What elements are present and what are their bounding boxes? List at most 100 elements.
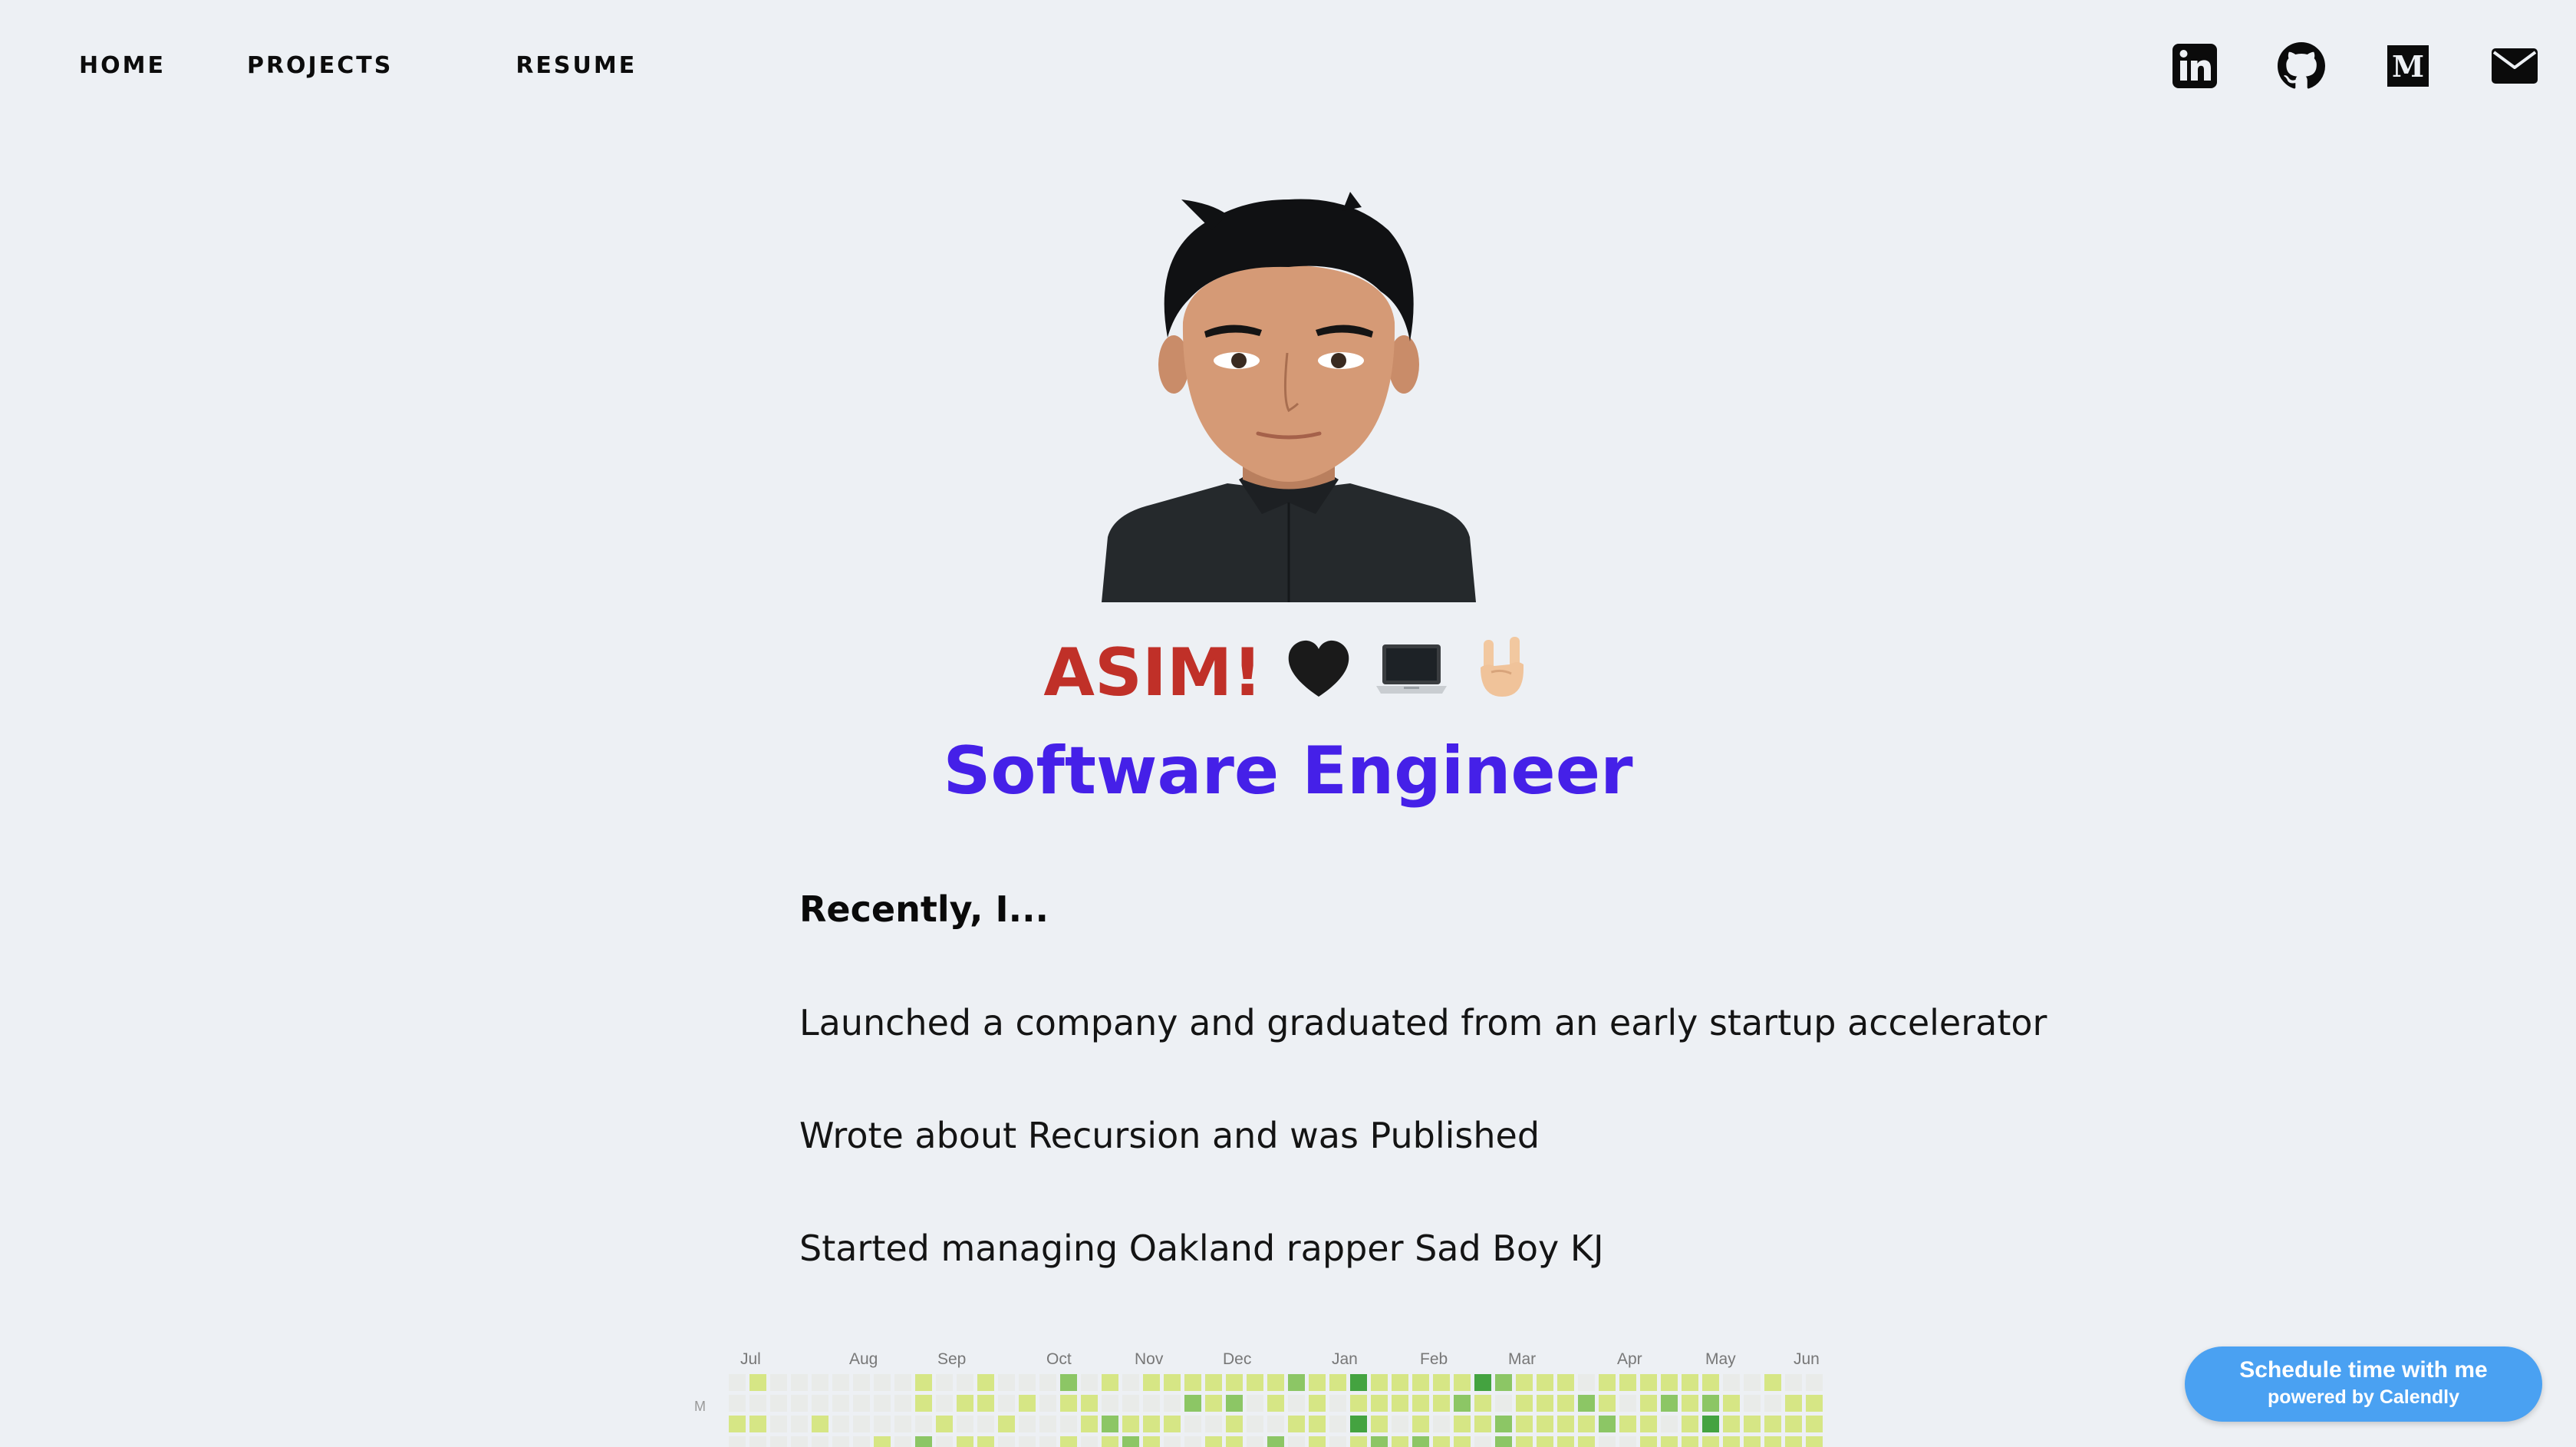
contribution-cell — [998, 1374, 1015, 1391]
linkedin-icon[interactable] — [2171, 42, 2219, 90]
nav-resume-link[interactable]: RESUME — [516, 52, 637, 79]
contribution-cell — [770, 1416, 787, 1432]
contribution-cell — [1578, 1436, 1595, 1447]
contribution-cell — [936, 1395, 953, 1412]
contribution-cell — [1640, 1436, 1657, 1447]
contribution-cell — [1764, 1374, 1781, 1391]
contribution-cell — [1371, 1416, 1388, 1432]
contribution-cell — [832, 1416, 849, 1432]
contribution-cell — [1744, 1436, 1761, 1447]
contribution-cell — [1599, 1374, 1616, 1391]
contribution-cell — [1143, 1436, 1160, 1447]
contribution-cell — [1122, 1395, 1139, 1412]
contribution-cell — [1495, 1395, 1512, 1412]
contribution-cell — [1744, 1395, 1761, 1412]
contribution-cell — [1184, 1416, 1201, 1432]
contribution-cell — [749, 1436, 766, 1447]
contribution-cell — [1081, 1436, 1098, 1447]
contribution-cell — [1661, 1374, 1678, 1391]
contribution-cell — [1474, 1436, 1491, 1447]
contribution-cell — [1226, 1395, 1243, 1412]
contribution-cell — [1350, 1395, 1367, 1412]
contribution-cell — [1806, 1395, 1823, 1412]
contribution-cell — [1247, 1395, 1263, 1412]
contribution-cell — [1412, 1374, 1429, 1391]
github-icon[interactable] — [2278, 42, 2325, 90]
contribution-cell — [1537, 1395, 1553, 1412]
contribution-cell — [1785, 1374, 1802, 1391]
contribution-cell — [1474, 1395, 1491, 1412]
calendly-subtitle: powered by Calendly — [2267, 1386, 2460, 1408]
contribution-cell — [1682, 1436, 1698, 1447]
sign-of-the-horns-icon — [1480, 637, 1524, 697]
contribution-cell — [1309, 1436, 1326, 1447]
nav-home-link[interactable]: HOME — [79, 52, 166, 79]
contribution-cell — [1371, 1374, 1388, 1391]
recent-item: Launched a company and graduated from an… — [799, 1002, 2047, 1043]
top-nav: HOME PROJECTS RESUME — [79, 52, 637, 79]
contribution-cell — [832, 1395, 849, 1412]
contribution-cell — [1288, 1395, 1305, 1412]
contribution-cell — [1164, 1436, 1181, 1447]
contribution-cell — [998, 1395, 1015, 1412]
contribution-cell — [729, 1395, 746, 1412]
contribution-cell — [1226, 1374, 1243, 1391]
nav-projects-link[interactable]: PROJECTS — [247, 52, 393, 79]
contribution-cell — [1019, 1436, 1036, 1447]
contribution-cell — [1516, 1436, 1533, 1447]
contribution-cell — [1226, 1436, 1243, 1447]
contribution-cell — [1143, 1416, 1160, 1432]
contribution-cell — [1371, 1395, 1388, 1412]
contribution-cell — [1039, 1416, 1056, 1432]
contribution-cell — [1640, 1416, 1657, 1432]
contribution-cell — [1661, 1436, 1678, 1447]
contribution-cell — [1288, 1374, 1305, 1391]
contribution-cell — [1495, 1416, 1512, 1432]
contribution-cell — [1433, 1374, 1450, 1391]
contribution-cell — [1640, 1374, 1657, 1391]
contribution-cell — [791, 1416, 808, 1432]
contribution-cell — [1143, 1395, 1160, 1412]
contribution-cell — [1039, 1374, 1056, 1391]
contribution-cell — [1247, 1374, 1263, 1391]
contribution-cell — [1371, 1436, 1388, 1447]
contribution-cell — [1785, 1395, 1802, 1412]
contribution-cell — [812, 1436, 828, 1447]
mail-icon[interactable] — [2491, 42, 2538, 90]
contribution-cell — [1454, 1436, 1471, 1447]
contribution-cell — [1764, 1416, 1781, 1432]
contribution-cell — [1806, 1374, 1823, 1391]
contribution-cell — [1578, 1395, 1595, 1412]
contribution-cell — [957, 1416, 973, 1432]
calendly-badge[interactable]: Schedule time with me powered by Calendl… — [2185, 1346, 2542, 1422]
contribution-cell — [915, 1395, 932, 1412]
calendly-title: Schedule time with me — [2239, 1357, 2488, 1383]
hero-name: ASIM! — [0, 634, 2576, 716]
contribution-cell — [853, 1436, 870, 1447]
contribution-cell — [874, 1436, 891, 1447]
contribution-cell — [1267, 1395, 1284, 1412]
medium-icon[interactable]: M — [2384, 42, 2432, 90]
contribution-cell — [957, 1436, 973, 1447]
contribution-cell — [1702, 1416, 1719, 1432]
contribution-cell — [1164, 1395, 1181, 1412]
contribution-cell — [1267, 1436, 1284, 1447]
contribution-cell — [1702, 1436, 1719, 1447]
contribution-cell — [1309, 1416, 1326, 1432]
contribution-cell — [1474, 1416, 1491, 1432]
contribution-cell — [1350, 1436, 1367, 1447]
contribution-cell — [1557, 1395, 1574, 1412]
contribution-cell — [1454, 1374, 1471, 1391]
contribution-cell — [1019, 1416, 1036, 1432]
contribution-cell — [1184, 1436, 1201, 1447]
contribution-cell — [791, 1395, 808, 1412]
contribution-cell — [874, 1416, 891, 1432]
contribution-cell — [1226, 1416, 1243, 1432]
contribution-cell — [1433, 1436, 1450, 1447]
contribution-cell — [874, 1374, 891, 1391]
contribution-cell — [1081, 1395, 1098, 1412]
contribution-cell — [1350, 1374, 1367, 1391]
contribution-cell — [1329, 1436, 1346, 1447]
contribution-cell — [1619, 1374, 1636, 1391]
contribution-cell — [853, 1395, 870, 1412]
